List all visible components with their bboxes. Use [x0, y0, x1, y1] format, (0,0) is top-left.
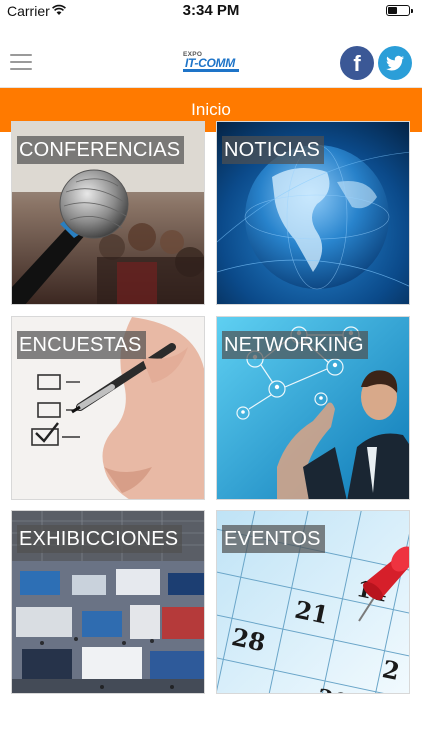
tile-label: CONFERENCIAS — [17, 136, 185, 164]
battery-icon — [386, 5, 413, 16]
tile-conferencias[interactable]: CONFERENCIAS — [11, 121, 205, 305]
tile-noticias[interactable]: NOTICIAS — [216, 121, 410, 305]
twitter-icon[interactable] — [378, 46, 412, 80]
tile-label: ENCUESTAS — [17, 331, 146, 359]
hamburger-menu-icon[interactable] — [10, 54, 32, 70]
tile-label: EVENTOS — [222, 525, 325, 553]
status-bar: Carrier 3:34 PM — [0, 0, 422, 22]
tile-label: NETWORKING — [222, 331, 368, 359]
expo-itcomm-logo: EXPO IT-COMM — [183, 51, 241, 73]
tile-networking[interactable]: NETWORKING — [216, 316, 410, 500]
tile-exhibicciones[interactable]: EXHIBICCIONES — [11, 510, 205, 694]
tile-encuestas[interactable]: ENCUESTAS — [11, 316, 205, 500]
logo-stripe — [183, 69, 239, 72]
page-title: Inicio — [191, 100, 231, 119]
tile-label: NOTICIAS — [222, 136, 325, 164]
clock: 3:34 PM — [182, 2, 240, 19]
battery-level — [388, 7, 397, 14]
tile-label: EXHIBICCIONES — [17, 525, 183, 553]
logo-main-text: IT-COMM — [185, 56, 235, 70]
app-header: EXPO IT-COMM f — [0, 22, 422, 88]
facebook-icon[interactable]: f — [340, 46, 374, 80]
tile-eventos[interactable]: 14 21 28 20 2 EVENTOS — [216, 510, 410, 694]
